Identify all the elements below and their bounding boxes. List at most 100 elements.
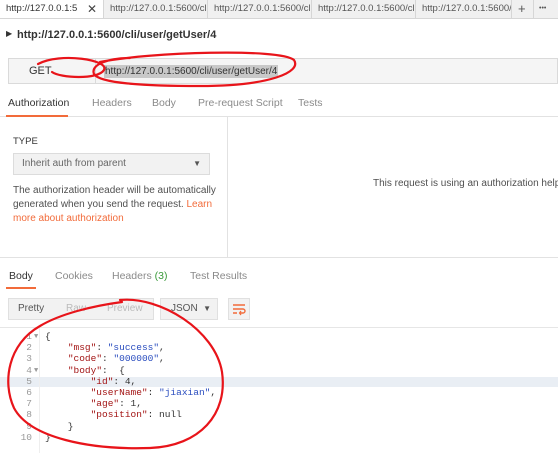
auth-type-select[interactable]: Inherit auth from parent ▼ [13,153,210,175]
tab-authorization[interactable]: Authorization [8,97,69,109]
code-line: 9 } [0,420,558,433]
request-tab[interactable]: http://127.0.0.1:5600/cli [104,0,208,18]
tab-test-results[interactable]: Test Results [190,270,247,282]
json-punctuation: , [130,375,137,387]
json-key: "age" [90,398,120,410]
tab-label: http://127.0.0.1:5 [6,3,78,14]
fold-icon[interactable]: ▼ [34,332,38,343]
code-line: 4 ▼ "body": { [0,364,558,377]
request-name: http://127.0.0.1:5600/cli/user/getUser/4 [17,29,217,41]
code-text: { [45,331,51,343]
code-text: "code": "000000", [67,353,165,365]
json-value: "000000" [113,353,160,365]
headers-label: Headers [112,270,152,282]
request-tab[interactable]: http://127.0.0.1:5600/cli [208,0,312,18]
tab-label: http://127.0.0.1:5600/cli [422,3,512,14]
tab-pre-request-script[interactable]: Pre-request Script [198,97,283,109]
auth-helper-message: This request is using an authorization h… [373,178,558,189]
json-punctuation: , [159,353,165,365]
auth-type-value: Inherit auth from parent [22,158,126,169]
preview-button[interactable]: Preview [107,303,143,314]
caret-right-icon[interactable]: ▶ [6,29,12,38]
gutter-divider [39,327,40,453]
json-value: "jiaxian" [159,387,211,398]
request-tab[interactable]: http://127.0.0.1:5600/cli [312,0,416,18]
code-line: 7 "age": 1, [0,398,558,410]
tab-cookies[interactable]: Cookies [55,270,93,282]
wrap-lines-button[interactable] [228,298,250,320]
json-punctuation: { [113,364,125,376]
json-key: "body" [67,364,103,376]
line-number: 1 [26,331,32,342]
code-token: { [45,331,51,342]
auth-panel: TYPE Inherit auth from parent ▼ The auth… [0,117,228,257]
line-number: 10 [20,431,32,443]
code-token: } [45,420,74,432]
request-tab[interactable]: http://127.0.0.1:5600/cli [416,0,512,18]
raw-button[interactable]: Raw [66,303,86,314]
add-tab-button[interactable]: + [512,0,534,18]
close-icon[interactable]: ✕ [87,0,97,18]
code-line: 2 "msg": "success", [0,342,558,354]
response-body-editor[interactable]: 1 ▼{2 "msg": "success", 3 "code": "000000"… [0,327,558,454]
code-text: "age": 1, [90,398,142,410]
json-key: "code" [67,353,103,365]
line-number: 3 [26,353,32,365]
line-number: 7 [26,398,32,410]
wrap-icon [233,304,246,316]
code-text: } [45,431,51,444]
headers-count: (3) [154,270,168,282]
line-number: 2 [26,342,32,354]
code-text: } [45,420,74,433]
chevron-down-icon: ▼ [193,159,201,168]
active-response-tab-indicator [6,287,36,289]
chevron-down-icon: ▼ [203,304,211,313]
json-punctuation: , [159,342,165,354]
language-value: JSON [171,303,198,314]
request-tabs: Authorization Headers Body Pre-request S… [0,92,558,117]
json-value: null [159,409,182,421]
code-text: "userName": "jiaxian", [90,387,217,398]
json-key: "msg" [67,342,97,354]
more-tabs-button[interactable]: ••• [534,0,558,18]
tab-label: http://127.0.0.1:5600/cli [110,3,208,14]
fold-icon[interactable]: ▼ [34,366,38,377]
code-text: "msg": "success", [67,342,165,354]
tab-strip: http://127.0.0.1:5 ✕ http://127.0.0.1:56… [0,0,558,19]
code-line: 1 ▼ { [0,331,558,343]
language-select[interactable]: JSON ▼ [160,298,218,320]
code-line: 6 "userName": "jiaxian", [0,387,558,399]
line-number: 4 [26,364,32,376]
url-value: http://127.0.0.1:5600/cli/user/getUser/4 [104,65,279,78]
code-line: 3 "code": "000000", [0,354,558,365]
tab-response-headers[interactable]: Headers (3) [112,270,167,282]
format-group: Pretty Raw Preview [8,298,154,320]
code-text: "position": null [90,409,182,421]
json-punctuation: , [210,387,217,398]
tab-label: http://127.0.0.1:5600/cli [318,3,416,14]
more-icon: ••• [539,5,547,12]
json-key: "id" [90,375,114,387]
json-punctuation: , [136,398,142,410]
tab-tests[interactable]: Tests [298,97,323,109]
code-text: "id": 4, [90,375,137,387]
plus-icon: + [518,1,526,16]
json-value: "success" [107,342,160,354]
code-line: 10} [0,431,558,444]
tab-response-body[interactable]: Body [9,270,33,282]
json-key: "position" [90,409,148,421]
url-input[interactable]: http://127.0.0.1:5600/cli/user/getUser/4 [96,58,558,84]
line-number: 8 [26,409,32,421]
json-key: "userName" [90,387,148,398]
code-text: "body": { [67,364,125,376]
tab-headers[interactable]: Headers [92,97,132,109]
line-number: 5 [26,375,32,387]
method-select[interactable]: GET [8,58,96,84]
code-line: 5 "id": 4, [0,375,558,388]
pretty-button[interactable]: Pretty [18,303,44,314]
request-tab[interactable]: http://127.0.0.1:5 ✕ [0,0,104,18]
line-number: 9 [26,420,32,432]
tab-body[interactable]: Body [152,97,176,109]
tab-label: http://127.0.0.1:5600/cli [214,3,312,14]
code-token: } [45,431,51,443]
